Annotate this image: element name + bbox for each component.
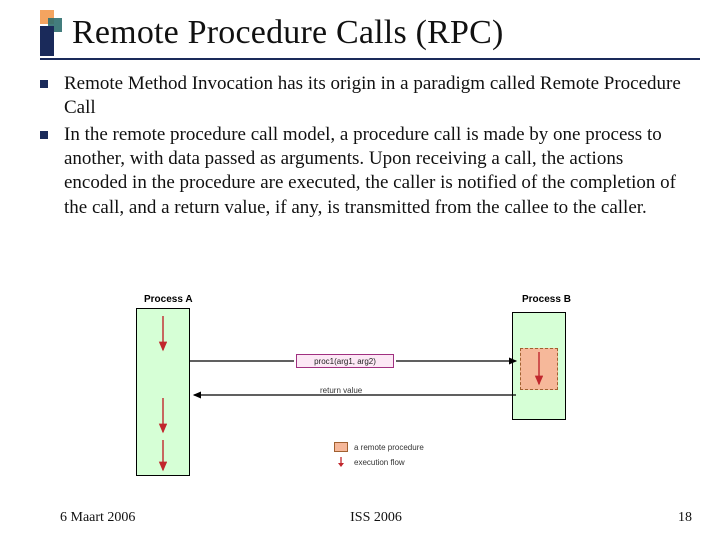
rpc-diagram: Process A Process B proc1(arg1, arg2) re… bbox=[124, 294, 604, 494]
slide-body: Remote Method Invocation has its origin … bbox=[40, 72, 690, 222]
slide-footer: 6 Maart 2006 ISS 2006 18 bbox=[60, 510, 692, 526]
bullet-icon bbox=[40, 131, 48, 139]
legend-swatch-icon bbox=[334, 442, 348, 452]
bullet-item: Remote Method Invocation has its origin … bbox=[40, 72, 690, 121]
title-rule bbox=[40, 58, 700, 60]
bullet-item: In the remote procedure call model, a pr… bbox=[40, 123, 690, 220]
legend-execution-flow: execution flow bbox=[334, 456, 424, 468]
legend-text: execution flow bbox=[354, 458, 405, 467]
legend-remote-procedure: a remote procedure bbox=[334, 442, 424, 452]
title-accent-icon bbox=[40, 10, 60, 56]
bullet-text: In the remote procedure call model, a pr… bbox=[64, 123, 690, 220]
bullet-text: Remote Method Invocation has its origin … bbox=[64, 72, 690, 121]
bullet-icon bbox=[40, 80, 48, 88]
slide-title-bar: Remote Procedure Calls (RPC) bbox=[40, 8, 700, 58]
legend-text: a remote procedure bbox=[354, 443, 424, 452]
diagram-legend: a remote procedure execution flow bbox=[334, 442, 424, 472]
footer-center: ISS 2006 bbox=[60, 510, 692, 526]
slide-title: Remote Procedure Calls (RPC) bbox=[72, 14, 503, 52]
legend-arrow-icon bbox=[334, 456, 348, 468]
